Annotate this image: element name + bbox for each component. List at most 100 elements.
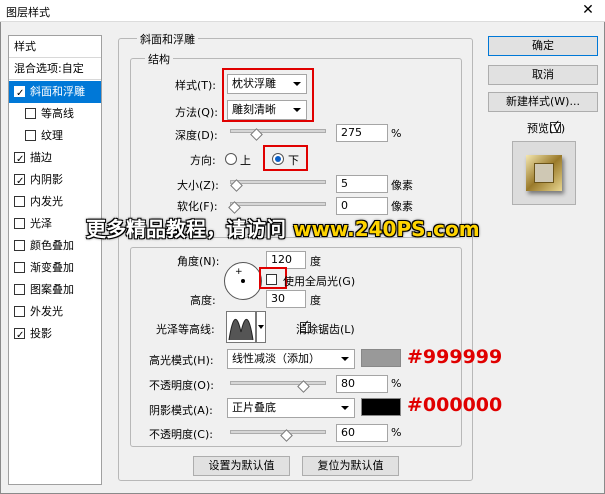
highlight-mode-select[interactable]: 线性减淡（添加） bbox=[227, 349, 355, 369]
sidebar-item[interactable]: 图案叠加 bbox=[9, 279, 101, 301]
highlight-color-swatch[interactable] bbox=[361, 349, 401, 367]
highlight-opacity-label: 不透明度(O): bbox=[149, 379, 214, 392]
global-light-checkbox[interactable] bbox=[266, 274, 277, 285]
sidebar-item[interactable]: 斜面和浮雕 bbox=[9, 81, 101, 105]
size-slider[interactable] bbox=[230, 180, 326, 184]
cancel-button[interactable]: 取消 bbox=[488, 65, 598, 85]
shadow-opacity-input[interactable]: 60 bbox=[336, 424, 388, 442]
sidebar-item-label: 纹理 bbox=[41, 129, 63, 142]
preview-frame-icon bbox=[526, 155, 562, 191]
shadow-color-annotation: #000000 bbox=[407, 394, 503, 416]
size-input[interactable]: 5 bbox=[336, 175, 388, 193]
sidebar-item[interactable]: 混合选项:自定 bbox=[9, 58, 101, 80]
size-unit: 像素 bbox=[391, 179, 413, 192]
highlight-opacity-unit: % bbox=[391, 377, 402, 390]
sidebar-item[interactable]: 投影 bbox=[9, 323, 101, 347]
altitude-label: 高度: bbox=[190, 294, 216, 307]
angle-label: 角度(N): bbox=[177, 255, 220, 268]
size-label: 大小(Z): bbox=[177, 179, 219, 192]
sidebar-item-label: 斜面和浮雕 bbox=[30, 85, 85, 98]
style-select[interactable]: 枕状浮雕 bbox=[227, 74, 307, 94]
gloss-contour-picker[interactable] bbox=[226, 311, 256, 343]
depth-input[interactable]: 275 bbox=[336, 124, 388, 142]
soften-label: 软化(F): bbox=[177, 200, 218, 213]
sidebar-item-checkbox[interactable] bbox=[25, 130, 36, 141]
sidebar-item-label: 混合选项:自定 bbox=[14, 62, 84, 75]
shadow-opacity-slider[interactable] bbox=[230, 430, 326, 434]
sidebar-item[interactable]: 内发光 bbox=[9, 191, 101, 213]
shadow-mode-label: 阴影模式(A): bbox=[149, 404, 213, 417]
style-preview-thumbnail bbox=[512, 141, 576, 205]
technique-label: 方法(Q): bbox=[175, 106, 218, 119]
shadow-mode-select[interactable]: 正片叠底 bbox=[227, 398, 355, 418]
direction-up-radio[interactable] bbox=[225, 153, 237, 165]
sidebar-item-label: 样式 bbox=[14, 40, 36, 53]
highlight-mode-label: 高光模式(H): bbox=[149, 354, 214, 367]
sidebar-item-label: 光泽 bbox=[30, 217, 52, 230]
gloss-contour-label: 光泽等高线: bbox=[156, 323, 215, 336]
depth-slider[interactable] bbox=[230, 129, 326, 133]
altitude-unit: 度 bbox=[310, 294, 321, 307]
gloss-contour-dropdown[interactable] bbox=[256, 311, 266, 343]
sidebar-item-checkbox[interactable] bbox=[14, 262, 25, 273]
highlight-box-direction bbox=[263, 145, 308, 171]
make-default-button[interactable]: 设置为默认值 bbox=[193, 456, 290, 476]
preview-label: 预览(V) bbox=[527, 122, 566, 135]
sidebar-item[interactable]: 描边 bbox=[9, 147, 101, 171]
depth-label: 深度(D): bbox=[175, 129, 218, 142]
direction-up-label: 上 bbox=[240, 154, 251, 167]
shadow-color-swatch[interactable] bbox=[361, 398, 401, 416]
sidebar-item-checkbox[interactable] bbox=[14, 196, 25, 207]
sidebar-item[interactable]: 纹理 bbox=[9, 125, 101, 147]
shadow-opacity-unit: % bbox=[391, 426, 402, 439]
highlight-opacity-slider[interactable] bbox=[230, 381, 326, 385]
shadow-opacity-label: 不透明度(C): bbox=[149, 428, 213, 441]
reset-default-button[interactable]: 复位为默认值 bbox=[302, 456, 399, 476]
global-light-label: 使用全局光(G) bbox=[283, 275, 356, 288]
styles-list: 样式混合选项:自定斜面和浮雕等高线纹理描边内阴影内发光光泽颜色叠加渐变叠加图案叠… bbox=[8, 35, 102, 485]
sidebar-item[interactable]: 外发光 bbox=[9, 301, 101, 323]
bevel-emboss-title: 斜面和浮雕 bbox=[137, 31, 198, 47]
sidebar-item-checkbox[interactable] bbox=[25, 108, 36, 119]
sidebar-item-label: 渐变叠加 bbox=[30, 261, 74, 274]
altitude-input[interactable]: 30 bbox=[266, 290, 306, 308]
chevron-down-icon bbox=[341, 357, 349, 361]
sidebar-item[interactable]: 内阴影 bbox=[9, 169, 101, 193]
sidebar-item-checkbox[interactable] bbox=[14, 149, 25, 171]
new-style-button[interactable]: 新建样式(W)... bbox=[488, 92, 598, 112]
chevron-down-icon bbox=[258, 325, 264, 329]
sidebar-item-checkbox[interactable] bbox=[14, 171, 25, 193]
sidebar-item-label: 内发光 bbox=[30, 195, 63, 208]
close-icon[interactable]: ✕ bbox=[573, 1, 603, 20]
chevron-down-icon bbox=[293, 82, 301, 86]
ok-button[interactable]: 确定 bbox=[488, 36, 598, 56]
direction-down-radio[interactable] bbox=[272, 153, 284, 165]
sidebar-item[interactable]: 渐变叠加 bbox=[9, 257, 101, 279]
highlight-color-annotation: #999999 bbox=[407, 346, 503, 368]
sidebar-item-label: 描边 bbox=[30, 151, 52, 164]
angle-dial[interactable]: + bbox=[224, 262, 262, 300]
soften-slider[interactable] bbox=[230, 202, 326, 206]
highlight-opacity-input[interactable]: 80 bbox=[336, 375, 388, 393]
watermark-url: www.240PS.com bbox=[292, 217, 480, 241]
sidebar-item[interactable]: 等高线 bbox=[9, 103, 101, 125]
direction-label: 方向: bbox=[190, 154, 216, 167]
sidebar-item-checkbox[interactable] bbox=[14, 218, 25, 229]
window-title: 图层样式 bbox=[6, 6, 50, 19]
sidebar-item-checkbox[interactable] bbox=[14, 240, 25, 251]
antialias-label: 消除锯齿(L) bbox=[296, 323, 355, 336]
sidebar-item-label: 内阴影 bbox=[30, 173, 63, 186]
sidebar-item-checkbox[interactable] bbox=[14, 83, 25, 105]
contour-curve-icon bbox=[228, 319, 254, 341]
chevron-down-icon bbox=[341, 406, 349, 410]
sidebar-item-label: 投影 bbox=[30, 327, 52, 340]
structure-title: 结构 bbox=[145, 51, 173, 67]
depth-unit: % bbox=[391, 127, 402, 140]
sidebar-item-label: 等高线 bbox=[41, 107, 74, 120]
sidebar-item-checkbox[interactable] bbox=[14, 306, 25, 317]
sidebar-item[interactable]: 样式 bbox=[9, 36, 101, 58]
sidebar-item-checkbox[interactable] bbox=[14, 325, 25, 347]
sidebar-item-checkbox[interactable] bbox=[14, 284, 25, 295]
preview-frame-inner bbox=[534, 163, 554, 183]
technique-select[interactable]: 雕刻清晰 bbox=[227, 100, 307, 120]
